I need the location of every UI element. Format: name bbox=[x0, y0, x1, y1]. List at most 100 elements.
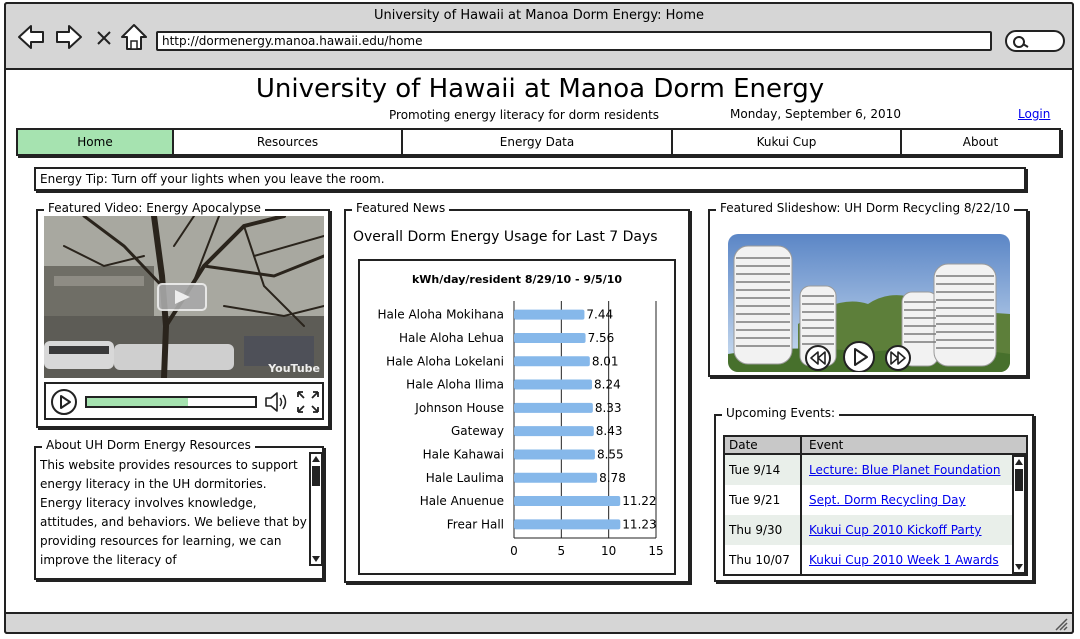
chart-category-label: Hale Aloha Lehua bbox=[399, 331, 504, 345]
current-date: Monday, September 6, 2010 bbox=[730, 107, 901, 121]
scroll-up-icon[interactable] bbox=[311, 454, 321, 464]
tab-about[interactable]: About bbox=[900, 128, 1061, 156]
chart-tick-label: 15 bbox=[648, 544, 663, 558]
tab-home[interactable]: Home bbox=[16, 128, 172, 156]
chart-category-label: Hale Aloha Mokihana bbox=[378, 308, 504, 322]
chart-value-label: 11.22 bbox=[622, 494, 656, 508]
events-table: Date Event Tue 9/14 Lecture: Blue Planet… bbox=[723, 435, 1028, 576]
featured-video-title: Featured Video: Energy Apocalypse bbox=[44, 201, 265, 215]
chart-category-label: Hale Kahawai bbox=[423, 447, 504, 461]
chart-value-label: 11.23 bbox=[622, 517, 656, 531]
event-row: Thu 10/07 Kukui Cup 2010 Week 1 Awards bbox=[725, 545, 1013, 575]
url-input[interactable]: http://dormenergy.manoa.hawaii.edu/home bbox=[156, 31, 992, 51]
search-icon bbox=[1013, 36, 1029, 48]
scroll-thumb[interactable] bbox=[312, 466, 320, 486]
back-arrow-icon[interactable] bbox=[16, 22, 46, 52]
event-link[interactable]: Sept. Dorm Recycling Day bbox=[809, 493, 966, 507]
tagline: Promoting energy literacy for dorm resid… bbox=[389, 108, 660, 122]
events-col-event: Event bbox=[809, 438, 844, 452]
chart-category-label: Gateway bbox=[451, 424, 504, 438]
scroll-up-icon[interactable] bbox=[1014, 457, 1024, 467]
chart-category-label: Hale Anuenue bbox=[420, 494, 504, 508]
chart-value-label: 7.44 bbox=[586, 308, 613, 322]
event-date: Tue 9/14 bbox=[729, 463, 781, 477]
fullscreen-icon[interactable] bbox=[296, 390, 320, 414]
chart-bar bbox=[514, 449, 595, 460]
chart-bar bbox=[514, 356, 590, 367]
video-player[interactable]: YouTube bbox=[44, 216, 324, 378]
play-icon[interactable] bbox=[50, 388, 78, 416]
event-row: Thu 9/30 Kukui Cup 2010 Kickoff Party bbox=[725, 515, 1013, 545]
event-link[interactable]: Kukui Cup 2010 Week 1 Awards bbox=[809, 553, 999, 567]
forward-arrow-icon[interactable] bbox=[54, 22, 84, 52]
chart-value-label: 7.56 bbox=[588, 331, 615, 345]
event-row: Tue 9/14 Lecture: Blue Planet Foundation bbox=[725, 455, 1013, 485]
about-text: This website provides resources to suppo… bbox=[40, 458, 307, 567]
chart-bar bbox=[514, 309, 585, 320]
scroll-down-icon[interactable] bbox=[1014, 562, 1024, 572]
chart-bar bbox=[514, 402, 593, 413]
chart-bar bbox=[514, 426, 594, 437]
events-col-date: Date bbox=[729, 438, 758, 452]
site-title: University of Hawaii at Manoa Dorm Energ… bbox=[255, 74, 825, 104]
chart-title: kWh/day/resident 8/29/10 - 9/5/10 bbox=[412, 273, 622, 286]
slideshow-play-icon[interactable] bbox=[842, 340, 876, 372]
chart-value-label: 8.01 bbox=[592, 354, 619, 368]
browser-status-bar bbox=[4, 612, 1074, 634]
chart-bar bbox=[514, 472, 598, 483]
chart-category-label: Frear Hall bbox=[447, 517, 504, 531]
about-scrollbar[interactable] bbox=[309, 452, 323, 566]
events-scrollbar[interactable] bbox=[1012, 455, 1026, 574]
video-frame-image bbox=[44, 216, 324, 378]
chart-category-label: Johnson House bbox=[414, 401, 504, 415]
volume-icon[interactable] bbox=[264, 390, 290, 414]
chart-tick-label: 0 bbox=[510, 544, 518, 558]
event-link[interactable]: Lecture: Blue Planet Foundation bbox=[809, 463, 1000, 477]
tab-kukui-cup[interactable]: Kukui Cup bbox=[671, 128, 900, 156]
energy-chart-svg: kWh/day/resident 8/29/10 - 9/5/10 0 5 10 15 H… bbox=[378, 273, 664, 558]
youtube-logo: YouTube bbox=[268, 362, 320, 375]
energy-chart: kWh/day/resident 8/29/10 - 9/5/10 0 5 10 15 H… bbox=[358, 259, 676, 575]
tab-energy-data[interactable]: Energy Data bbox=[401, 128, 671, 156]
rewind-icon[interactable] bbox=[804, 344, 832, 372]
login-link[interactable]: Login bbox=[1018, 107, 1050, 121]
event-date: Thu 9/30 bbox=[729, 523, 783, 537]
home-icon[interactable] bbox=[119, 22, 149, 52]
upcoming-events-title: Upcoming Events: bbox=[722, 406, 840, 420]
chart-value-label: 8.33 bbox=[595, 401, 622, 415]
video-progress-fill bbox=[87, 398, 188, 406]
window-title: University of Hawaii at Manoa Dorm Energ… bbox=[373, 8, 705, 23]
chart-category-label: Hale Aloha Ilima bbox=[406, 378, 504, 392]
chart-value-label: 8.55 bbox=[597, 447, 624, 461]
slideshow-image[interactable] bbox=[728, 234, 1010, 372]
featured-slideshow-title: Featured Slideshow: UH Dorm Recycling 8/… bbox=[716, 201, 1015, 215]
scroll-thumb[interactable] bbox=[1015, 469, 1023, 491]
chart-bar bbox=[514, 379, 593, 390]
events-table-header: Date Event bbox=[725, 437, 1026, 455]
event-date: Tue 9/21 bbox=[729, 493, 781, 507]
energy-tip: Energy Tip: Turn off your lights when yo… bbox=[34, 167, 1026, 191]
chart-heading: Overall Dorm Energy Usage for Last 7 Day… bbox=[353, 229, 658, 245]
tab-resources[interactable]: Resources bbox=[172, 128, 401, 156]
video-progress-bar[interactable] bbox=[85, 396, 257, 408]
featured-news-title: Featured News bbox=[352, 201, 450, 215]
chart-tick-label: 10 bbox=[601, 544, 616, 558]
chart-value-label: 8.24 bbox=[594, 378, 621, 392]
chart-category-label: Hale Laulima bbox=[426, 471, 504, 485]
chart-bar bbox=[514, 496, 621, 507]
chart-category-label: Hale Aloha Lokelani bbox=[386, 354, 504, 368]
scroll-down-icon[interactable] bbox=[311, 554, 321, 564]
event-row: Tue 9/21 Sept. Dorm Recycling Day bbox=[725, 485, 1013, 515]
chart-tick-label: 5 bbox=[558, 544, 566, 558]
chart-value-label: 8.78 bbox=[599, 471, 626, 485]
fast-forward-icon[interactable] bbox=[884, 344, 912, 372]
resize-grip-icon[interactable] bbox=[1054, 617, 1068, 631]
chart-bar bbox=[514, 519, 621, 530]
event-link[interactable]: Kukui Cup 2010 Kickoff Party bbox=[809, 523, 982, 537]
event-date: Thu 10/07 bbox=[729, 553, 790, 567]
about-title: About UH Dorm Energy Resources bbox=[42, 438, 255, 452]
stop-icon[interactable] bbox=[92, 22, 116, 52]
browser-search-field[interactable] bbox=[1005, 30, 1065, 52]
chart-bar bbox=[514, 332, 586, 343]
main-nav: Home Resources Energy Data Kukui Cup Abo… bbox=[16, 128, 1061, 156]
